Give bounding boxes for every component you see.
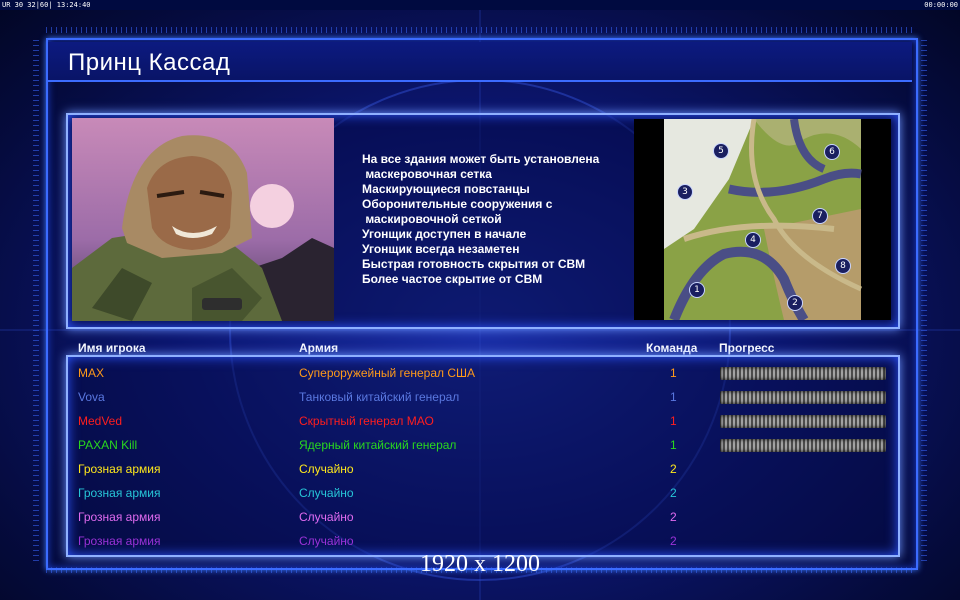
hud-timer: 00:00:00 (924, 1, 958, 9)
player-army[interactable]: Случайно (299, 462, 354, 476)
feature-line: Более частое скрытие от СВМ (362, 272, 543, 286)
header-army: Армия (299, 341, 339, 355)
header-progress: Прогресс (719, 341, 775, 355)
player-army[interactable]: Случайно (299, 510, 354, 524)
player-team[interactable]: 1 (670, 390, 677, 404)
feature-line: Угонщик доступен в начале (362, 227, 527, 241)
header-player-name: Имя игрока (78, 341, 146, 355)
feature-line: Угонщик всегда незаметен (362, 242, 520, 256)
progress-bar (720, 415, 886, 428)
player-team[interactable]: 2 (670, 462, 677, 476)
general-title: Принц Кассад (68, 49, 231, 76)
player-team[interactable]: 2 (670, 510, 677, 524)
player-army[interactable]: Танковый китайский генерал (299, 390, 459, 404)
hud-stats: UR 30 32|60| 13:24:40 (2, 1, 91, 9)
start-position-marker[interactable]: 6 (824, 144, 840, 160)
player-name[interactable]: PAXAN Kill (78, 438, 137, 452)
feature-line: Быстрая готовность скрытия от СВМ (362, 257, 586, 271)
start-position-marker[interactable]: 8 (835, 258, 851, 274)
portrait-image (72, 118, 334, 321)
player-army[interactable]: Случайно (299, 534, 354, 548)
player-name[interactable]: Грозная армия (78, 510, 160, 524)
player-army[interactable]: Ядерный китайский генерал (299, 438, 456, 452)
player-army[interactable]: Супероружейный генерал США (299, 366, 475, 380)
player-team[interactable]: 1 (670, 366, 677, 380)
players-panel (66, 355, 900, 557)
map-preview[interactable]: 1 2 3 4 5 6 7 8 (634, 119, 891, 320)
map-image (664, 119, 863, 320)
resolution-label: 1920 x 1200 (420, 551, 540, 577)
header-team: Команда (646, 341, 698, 355)
feature-line: маскировочной сеткой (362, 212, 502, 226)
feature-line: Оборонительные сооружения с (362, 197, 553, 211)
player-name[interactable]: Грозная армия (78, 534, 160, 548)
player-name[interactable]: MedVed (78, 414, 122, 428)
title-bar: Принц Кассад (48, 42, 912, 82)
start-position-marker[interactable]: 4 (745, 232, 761, 248)
start-position-marker[interactable]: 7 (812, 208, 828, 224)
feature-line: Маскирующиеся повстанцы (362, 182, 530, 196)
player-name[interactable]: Vova (78, 390, 105, 404)
player-army[interactable]: Случайно (299, 486, 354, 500)
player-team[interactable]: 1 (670, 438, 677, 452)
start-position-marker[interactable]: 1 (689, 282, 705, 298)
player-name[interactable]: MAX (78, 366, 104, 380)
player-name[interactable]: Грозная армия (78, 486, 160, 500)
player-team[interactable]: 2 (670, 486, 677, 500)
player-army[interactable]: Скрытный генерал МАО (299, 414, 434, 428)
progress-bar (720, 391, 886, 404)
player-team[interactable]: 2 (670, 534, 677, 548)
hud-topbar: UR 30 32|60| 13:24:40 00:00:00 (0, 0, 960, 10)
start-position-marker[interactable]: 5 (713, 143, 729, 159)
general-features: На все здания может быть установлена мас… (362, 152, 599, 287)
progress-bar (720, 367, 886, 380)
player-team[interactable]: 1 (670, 414, 677, 428)
feature-line: маскеровочная сетка (362, 167, 492, 181)
general-portrait (72, 118, 334, 321)
start-position-marker[interactable]: 2 (787, 295, 803, 311)
feature-line: На все здания может быть установлена (362, 152, 600, 166)
progress-bar (720, 439, 886, 452)
start-position-marker[interactable]: 3 (677, 184, 693, 200)
player-name[interactable]: Грозная армия (78, 462, 160, 476)
